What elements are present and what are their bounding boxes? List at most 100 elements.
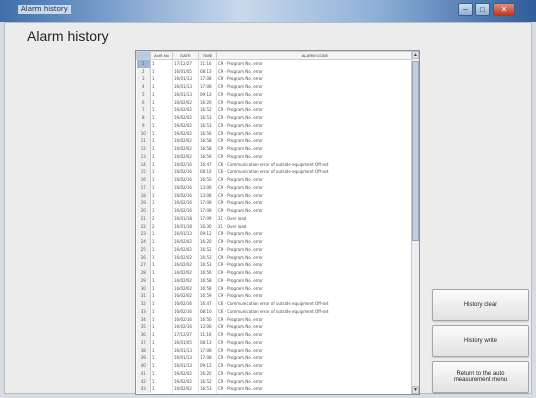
date-cell: 16/02/16 xyxy=(172,199,199,207)
table-row[interactable]: 10 1 16/02/02 16:56 C9 · Program No. error xyxy=(136,129,414,138)
scroll-down-icon[interactable]: ▼ xyxy=(412,386,419,394)
close-icon[interactable]: ✕ xyxy=(493,3,515,16)
table-row[interactable]: 1 1 17/12/27 11:16 C9 · Program No. error xyxy=(136,59,414,68)
time-cell: 16:47 xyxy=(198,160,217,169)
table-row[interactable]: 26 1 16/02/02 16:53 C9 · Program No. error xyxy=(136,253,414,262)
table-row[interactable]: 9 1 16/02/02 16:53 C9 · Program No. error xyxy=(136,121,414,130)
time-cell: 17:08 xyxy=(198,75,217,83)
table-row[interactable]: 41 1 16/02/02 16:20 C9 · Program No. error xyxy=(136,369,414,378)
date-cell: 16/02/16 xyxy=(172,183,199,192)
axis-cell: 1 xyxy=(150,152,173,161)
table-row[interactable]: 17 1 16/02/16 13:06 C9 · Program No. error xyxy=(136,183,414,192)
alarm-code-cell: C9 · Program No. error xyxy=(216,152,414,161)
date-cell: 16/01/13 xyxy=(172,75,199,83)
table-row[interactable]: 13 1 16/02/02 16:59 C9 · Program No. error xyxy=(136,152,414,161)
row-number: 32 xyxy=(136,300,151,308)
date-cell: 16/02/16 xyxy=(172,323,199,331)
axis-cell: 1 xyxy=(150,284,173,293)
time-cell: 16:53 xyxy=(198,253,217,262)
table-row[interactable]: 36 1 17/12/27 11:16 C9 · Program No. error xyxy=(136,331,414,339)
table-row[interactable]: 3 1 16/01/13 17:08 C9 · Program No. error xyxy=(136,75,414,83)
alarm-code-cell: C9 · Program No. error xyxy=(216,199,414,207)
time-cell: 16:56 xyxy=(198,129,217,138)
column-header-axis[interactable]: AxIS No xyxy=(150,51,173,60)
table-row[interactable]: 25 1 16/02/02 16:52 C9 · Program No. error xyxy=(136,245,414,254)
table-row[interactable]: 42 1 16/02/02 16:52 C9 · Program No. error xyxy=(136,377,414,386)
axis-cell: 1 xyxy=(150,137,173,145)
table-row[interactable]: 38 1 16/01/13 17:08 C9 · Program No. error xyxy=(136,346,414,355)
alarm-code-cell: C9 · Program No. error xyxy=(216,323,414,331)
alarm-code-cell: C6 · Communication error of outside equi… xyxy=(216,160,414,169)
table-row[interactable]: 11 1 16/02/02 16:58 C9 · Program No. error xyxy=(136,137,414,145)
axis-cell: 1 xyxy=(150,191,173,200)
table-row[interactable]: 14 1 16/02/16 16:47 C6 · Communication error… xyxy=(136,160,414,169)
row-number: 12 xyxy=(136,145,151,153)
row-number: 5 xyxy=(136,90,151,99)
table-row[interactable]: 33 1 16/02/16 08:10 C6 · Communication error… xyxy=(136,307,414,316)
column-header-time[interactable]: TIME xyxy=(198,51,217,60)
column-header-alarm-code[interactable]: ALARM CODE xyxy=(216,51,414,60)
table-row[interactable]: 28 1 16/02/02 16:56 C9 · Program No. error xyxy=(136,269,414,277)
axis-cell: 1 xyxy=(150,346,173,355)
table-row[interactable]: 40 1 16/01/13 09:12 C9 · Program No. error xyxy=(136,362,414,370)
table-row[interactable]: 31 1 16/02/02 16:59 C9 · Program No. error xyxy=(136,292,414,300)
date-cell: 16/02/02 xyxy=(172,253,199,262)
table-row[interactable]: 8 1 16/02/02 16:53 C9 · Program No. error xyxy=(136,114,414,122)
table-row[interactable]: 18 1 16/02/16 13:08 C9 · Program No. error xyxy=(136,191,414,200)
table-row[interactable]: 23 1 16/01/13 09:12 C9 · Program No. error xyxy=(136,230,414,238)
time-cell: 08:13 xyxy=(198,338,217,347)
date-cell: 17/12/27 xyxy=(172,59,199,68)
table-row[interactable]: 35 1 16/02/16 13:06 C9 · Program No. error xyxy=(136,323,414,331)
axis-cell: 1 xyxy=(150,67,173,76)
axis-cell: 1 xyxy=(150,238,173,246)
table-row[interactable]: 32 1 16/02/16 16:47 C6 · Communication error… xyxy=(136,300,414,308)
alarm-code-cell: C9 · Program No. error xyxy=(216,338,414,347)
table-row[interactable]: 20 1 16/02/16 17:08 C9 · Program No. error xyxy=(136,207,414,215)
table-row[interactable]: 21 2 16/01/18 17:09 21 · Over load xyxy=(136,214,414,223)
time-cell: 17:08 xyxy=(198,207,217,215)
table-row[interactable]: 2 1 16/01/05 08:13 C9 · Program No. error xyxy=(136,67,414,76)
table-row[interactable]: 30 1 16/02/02 16:58 C9 · Program No. error xyxy=(136,284,414,293)
date-cell: 16/02/02 xyxy=(172,269,199,277)
table-row[interactable]: 6 1 16/02/02 16:20 C9 · Program No. error xyxy=(136,98,414,107)
vertical-scrollbar[interactable]: ▲ ▼ xyxy=(411,51,419,394)
client-area: Alarm history AxIS No DATE TIME ALARM CO… xyxy=(4,22,532,395)
table-row[interactable]: 39 1 16/01/13 17:08 C9 · Program No. error xyxy=(136,354,414,362)
axis-cell: 1 xyxy=(150,168,173,176)
history-clear-button[interactable]: History clear xyxy=(432,289,529,321)
table-row[interactable]: 4 1 16/01/13 17:08 C9 · Program No. error xyxy=(136,83,414,91)
alarm-code-cell: C9 · Program No. error xyxy=(216,59,414,68)
scroll-up-icon[interactable]: ▲ xyxy=(412,51,419,59)
time-cell: 16:53 xyxy=(198,114,217,122)
table-row[interactable]: 37 1 16/01/05 08:13 C9 · Program No. error xyxy=(136,338,414,347)
row-number: 38 xyxy=(136,346,151,355)
alarm-code-cell: C9 · Program No. error xyxy=(216,276,414,285)
table-row[interactable]: 15 1 16/02/16 08:10 C6 · Communication error… xyxy=(136,168,414,176)
axis-cell: 1 xyxy=(150,269,173,277)
time-cell: 16:52 xyxy=(198,106,217,114)
table-row[interactable]: 22 2 16/01/18 16:30 21 · Over load xyxy=(136,222,414,231)
time-cell: 16:47 xyxy=(198,300,217,308)
scroll-thumb[interactable] xyxy=(412,61,419,241)
table-row[interactable]: 5 1 16/01/13 09:12 C9 · Program No. error xyxy=(136,90,414,99)
axis-cell: 1 xyxy=(150,300,173,308)
history-write-button[interactable]: History write xyxy=(432,325,529,357)
table-row[interactable]: 16 1 16/02/16 16:50 C9 · Program No. error xyxy=(136,176,414,184)
column-header-date[interactable]: DATE xyxy=(172,51,199,60)
table-row[interactable]: 29 1 16/02/02 16:58 C9 · Program No. error xyxy=(136,276,414,285)
axis-cell: 1 xyxy=(150,261,173,269)
table-row[interactable]: 27 1 16/02/02 16:53 C9 · Program No. error xyxy=(136,261,414,269)
minimize-icon[interactable]: – xyxy=(458,3,473,16)
alarm-table-body: 1 1 17/12/27 11:16 C9 · Program No. error 2 1 1… xyxy=(136,59,414,393)
table-row[interactable]: 12 1 16/02/02 16:58 C9 · Program No. error xyxy=(136,145,414,153)
maximize-icon[interactable]: □ xyxy=(475,3,490,16)
table-row[interactable]: 43 1 16/02/02 16:53 C9 · Program No. error xyxy=(136,385,414,393)
time-cell: 16:59 xyxy=(198,152,217,161)
table-corner-cell[interactable] xyxy=(136,51,151,60)
return-auto-measurement-button[interactable]: Return to the auto measurement menu xyxy=(432,361,529,393)
table-row[interactable]: 34 1 16/02/16 16:50 C9 · Program No. error xyxy=(136,315,414,324)
table-row[interactable]: 7 1 16/02/02 16:52 C9 · Program No. error xyxy=(136,106,414,114)
table-row[interactable]: 24 1 16/02/02 16:20 C9 · Program No. error xyxy=(136,238,414,246)
time-cell: 16:20 xyxy=(198,369,217,378)
table-row[interactable]: 19 1 16/02/16 17:08 C9 · Program No. error xyxy=(136,199,414,207)
